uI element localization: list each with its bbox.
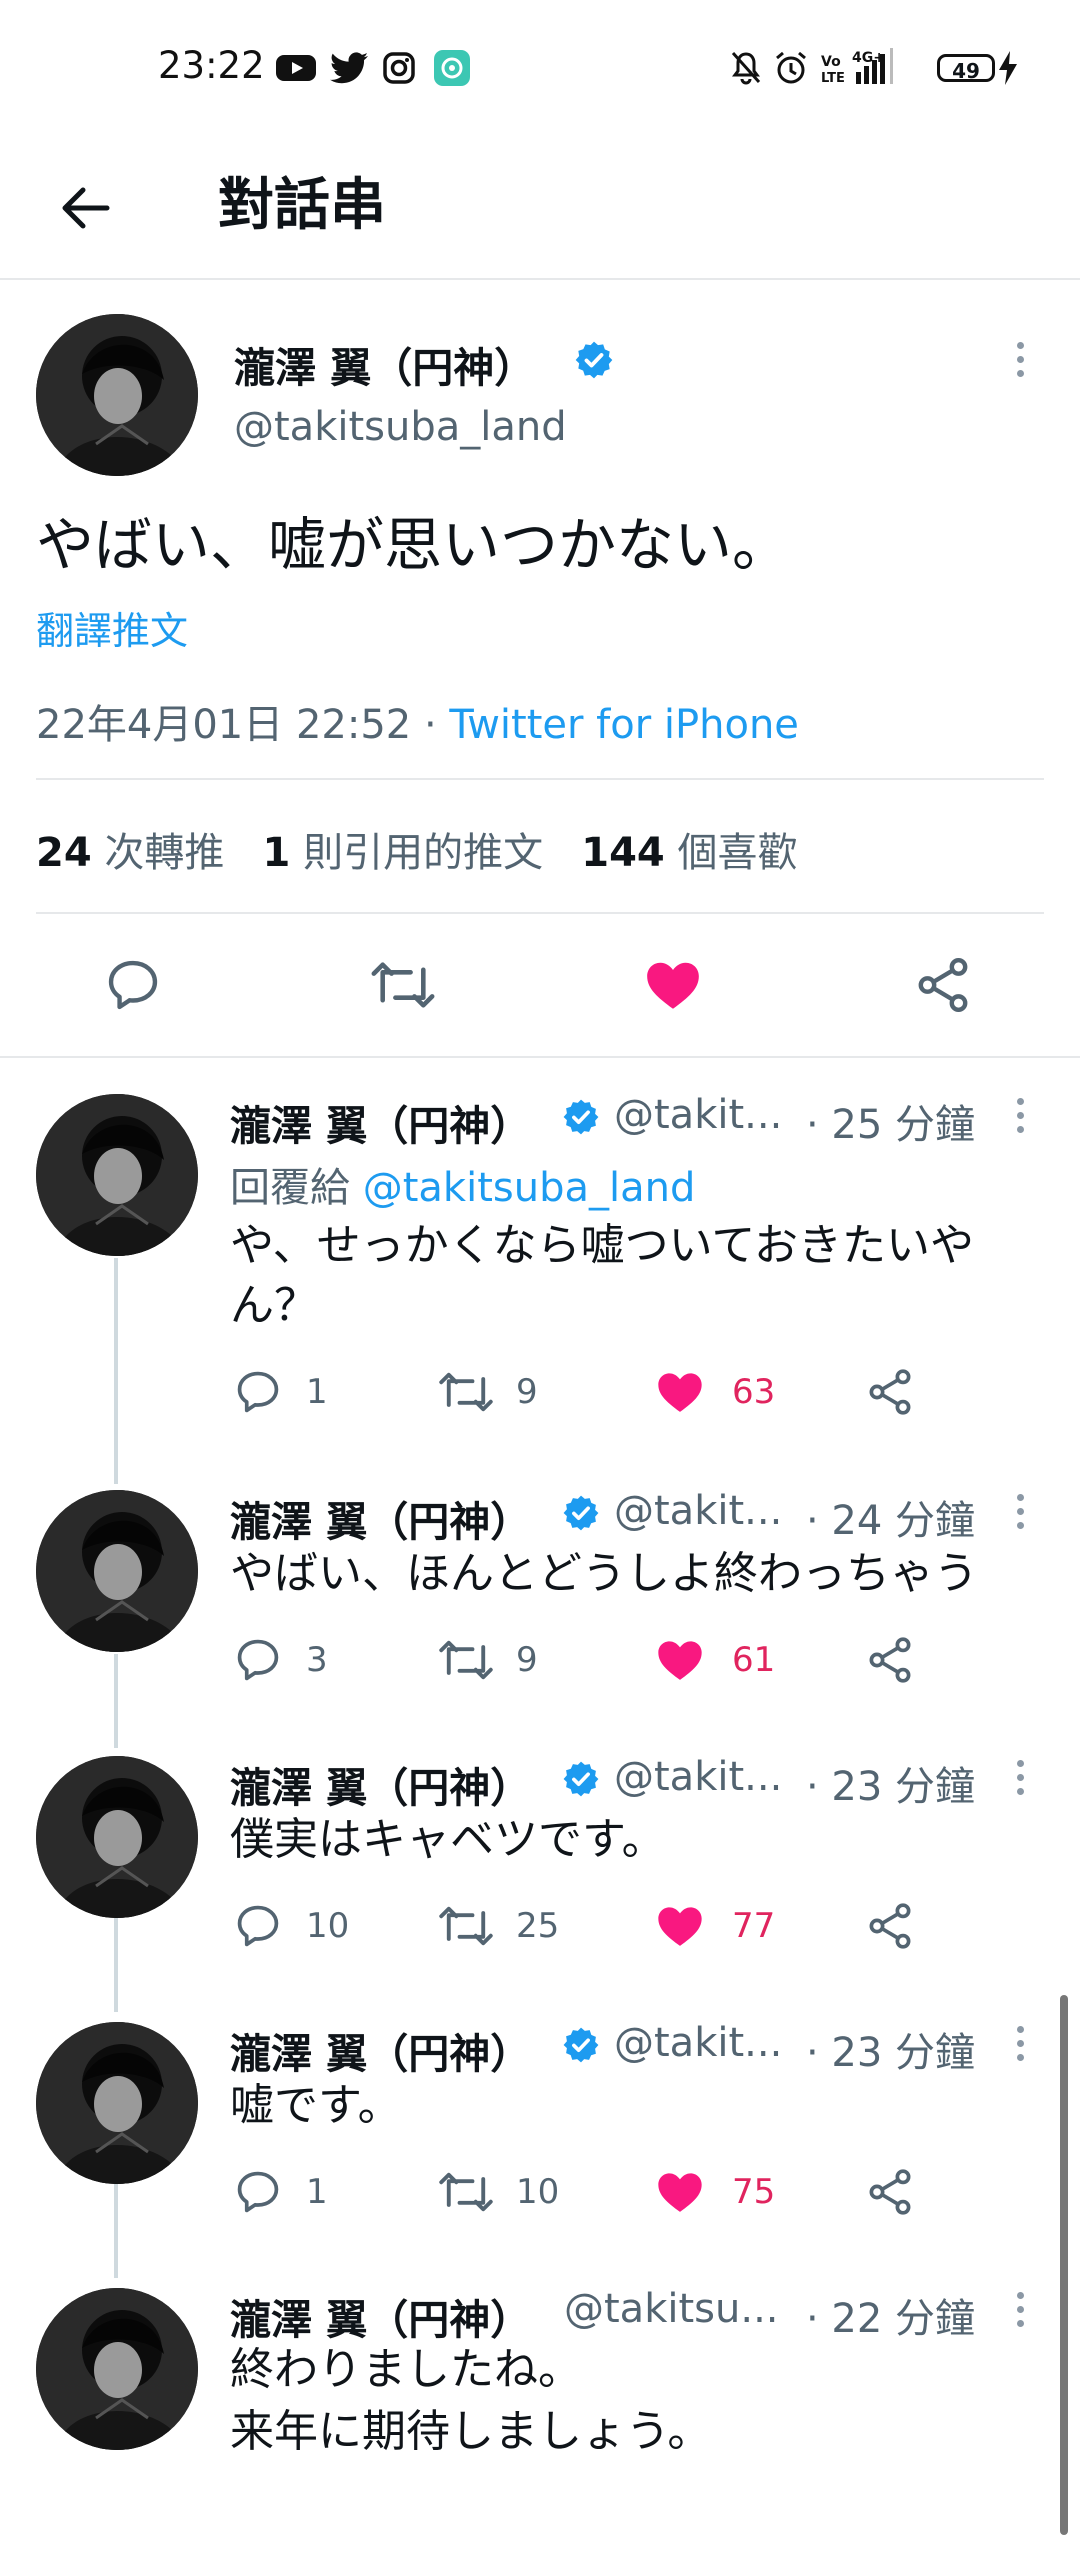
reply-to-link[interactable]: @takitsuba_land xyxy=(363,1165,696,1211)
mute-icon xyxy=(730,48,762,88)
liked-heart-icon[interactable] xyxy=(642,954,704,1016)
reply-author-name[interactable]: 瀧澤 翼（円神） xyxy=(230,2286,531,2346)
reply-button[interactable]: 3 xyxy=(232,1634,328,1686)
tweet-stats: 24 次轉推 1 則引用的推文 144 個喜歡 xyxy=(36,820,797,878)
reply-timestamp: · 22 分鐘 xyxy=(806,2296,976,2342)
instagram-icon xyxy=(382,48,416,88)
reply-text: や、せっかくなら嘘ついておきたいやん？ xyxy=(230,1220,975,1331)
reply-author-name[interactable]: 瀧澤 翼（円神） xyxy=(230,1754,531,1814)
retweet-icon[interactable] xyxy=(370,954,436,1016)
author-name[interactable]: 瀧澤 翼（円神） xyxy=(234,334,535,394)
reply-author-handle[interactable]: @takit... xyxy=(614,1488,782,1534)
more-options-icon[interactable] xyxy=(1012,1098,1028,1133)
conversation-header: 對話串 xyxy=(0,130,1080,280)
app-notification-icon xyxy=(434,48,470,88)
reply-author-name[interactable]: 瀧澤 翼（円神） xyxy=(230,2020,531,2080)
reply-text: やばい、ほんとどうしよ終わっちゃう xyxy=(230,1548,978,1599)
twitter-icon xyxy=(330,48,368,88)
reply-author-handle[interactable]: @takit... xyxy=(614,2020,782,2066)
more-options-icon[interactable] xyxy=(1012,1494,1028,1529)
reply-text-line-1: 終わりましたね。 xyxy=(230,2344,582,2395)
share-icon[interactable] xyxy=(864,1900,916,1952)
retweet-button[interactable]: 9 xyxy=(438,1366,538,1418)
reply-button[interactable]: 10 xyxy=(232,1900,349,1952)
reply-author-handle[interactable]: @takit... xyxy=(614,1754,782,1800)
reply-icon[interactable] xyxy=(102,954,164,1016)
reply-text-line-2: 来年に期待しましょう。 xyxy=(230,2406,712,2457)
verified-badge-icon xyxy=(574,340,614,384)
like-stat[interactable]: 144 個喜歡 xyxy=(581,830,797,876)
svg-text:LTE: LTE xyxy=(821,71,845,86)
avatar[interactable] xyxy=(36,1094,198,1256)
thread-connector xyxy=(114,1654,118,1748)
more-options-icon[interactable] xyxy=(1012,342,1028,377)
battery-icon: 49 xyxy=(937,54,995,83)
author-handle[interactable]: @takitsuba_land xyxy=(234,404,567,450)
reply-text: 僕実はキャベツです。 xyxy=(230,1814,666,1865)
alarm-icon xyxy=(774,48,808,88)
arrow-left-icon[interactable] xyxy=(55,178,115,238)
charging-icon xyxy=(998,48,1018,88)
avatar[interactable] xyxy=(36,1756,198,1918)
replying-to: 回覆給 @takitsuba_land xyxy=(230,1165,696,1211)
share-icon[interactable] xyxy=(864,1366,916,1418)
retweet-button[interactable]: 25 xyxy=(438,1900,559,1952)
reply-author-name[interactable]: 瀧澤 翼（円神） xyxy=(230,1092,531,1152)
reply-timestamp: · 23 分鐘 xyxy=(806,2030,976,2076)
thread-connector xyxy=(114,2184,118,2278)
translate-link[interactable]: 翻譯推文 xyxy=(36,600,188,655)
more-options-icon[interactable] xyxy=(1012,2026,1028,2061)
thread-connector xyxy=(114,1918,118,2012)
tweet-source-link[interactable]: Twitter for iPhone xyxy=(449,702,799,748)
reply-timestamp: · 23 分鐘 xyxy=(806,1764,976,1810)
verified-badge-icon xyxy=(562,1098,600,1140)
reply-author-handle[interactable]: @takit... xyxy=(614,1092,782,1138)
reply-timestamp: · 24 分鐘 xyxy=(806,1498,976,1544)
reply-button[interactable]: 1 xyxy=(232,2166,328,2218)
page-title: 對話串 xyxy=(218,173,386,238)
share-icon[interactable] xyxy=(864,1634,916,1686)
retweet-button[interactable]: 9 xyxy=(438,1634,538,1686)
like-button[interactable]: 61 xyxy=(654,1634,775,1686)
signal-icon: 4G+ xyxy=(852,48,912,88)
more-options-icon[interactable] xyxy=(1012,1760,1028,1795)
like-button[interactable]: 77 xyxy=(654,1900,775,1952)
quote-stat[interactable]: 1 則引用的推文 xyxy=(263,830,544,876)
tweet-meta: 22年4月01日 22:52 · Twitter for iPhone xyxy=(36,692,799,750)
verified-badge-icon xyxy=(562,2026,600,2068)
tweet-text: やばい、嘘が思いつかない。 xyxy=(36,511,791,579)
like-button[interactable]: 63 xyxy=(654,1366,775,1418)
divider xyxy=(36,778,1044,780)
share-icon[interactable] xyxy=(912,954,974,1016)
reply-timestamp: · 25 分鐘 xyxy=(806,1102,976,1148)
youtube-icon xyxy=(276,48,316,88)
avatar[interactable] xyxy=(36,2022,198,2184)
reply-author-handle[interactable]: @takitsu... xyxy=(564,2286,779,2332)
tweet-datetime: 22年4月01日 22:52 · xyxy=(36,702,450,748)
avatar[interactable] xyxy=(36,314,198,476)
share-icon[interactable] xyxy=(864,2166,916,2218)
verified-badge-icon xyxy=(562,1760,600,1802)
verified-badge-icon xyxy=(562,1494,600,1536)
more-options-icon[interactable] xyxy=(1012,2292,1028,2327)
thread-connector xyxy=(114,1258,118,1484)
retweet-button[interactable]: 10 xyxy=(438,2166,559,2218)
volte-icon: Vo LTE xyxy=(820,48,848,88)
reply-button[interactable]: 1 xyxy=(232,1366,328,1418)
status-time: 23:22 xyxy=(158,44,265,87)
reply-text: 嘘です。 xyxy=(230,2080,402,2131)
reply-author-name[interactable]: 瀧澤 翼（円神） xyxy=(230,1488,531,1548)
divider xyxy=(0,1056,1080,1058)
retweet-stat[interactable]: 24 次轉推 xyxy=(36,830,224,876)
status-bar: 23:22 Vo LTE 4G+ 49 xyxy=(0,0,1080,130)
avatar[interactable] xyxy=(36,2288,198,2450)
divider xyxy=(36,912,1044,914)
avatar[interactable] xyxy=(36,1490,198,1652)
scrollbar[interactable] xyxy=(1060,1995,1068,2535)
svg-text:Vo: Vo xyxy=(821,54,841,70)
like-button[interactable]: 75 xyxy=(654,2166,775,2218)
